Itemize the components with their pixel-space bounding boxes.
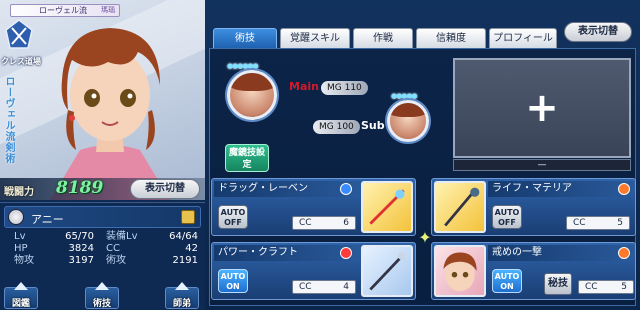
character-name-row: アニー (4, 206, 201, 228)
cc-cost: CC 6 (292, 216, 356, 230)
vertical-style-name: ローヴェル流剣術 (3, 76, 14, 164)
stat-value: 2191 (172, 255, 198, 266)
fire-element-icon (618, 183, 630, 195)
main-mystic-portrait[interactable] (227, 70, 277, 120)
class-label: クレス道場 (1, 57, 41, 66)
arte-name: ライフ・マテリア (488, 181, 634, 197)
arte-name: 戒めの一撃 (488, 245, 634, 261)
arte-card[interactable]: ライフ・マテリア AUTO OFF CC 5 (431, 178, 636, 236)
arte-thumbnail-icon (434, 245, 486, 297)
auto-toggle-button[interactable]: AUTO OFF (492, 205, 522, 229)
stats-table: Lv 65/70 装備Lv 64/64 HP 3824 CC 42 物攻 319… (4, 231, 201, 267)
main-mg: MG 110 (321, 81, 368, 95)
main-label: Main (289, 80, 319, 93)
arte-card[interactable]: 戒めの一撃 AUTO ON 秘技 CC 5 (431, 242, 636, 300)
cc-label: CC (585, 282, 598, 292)
add-slot-box[interactable]: + (453, 58, 631, 158)
class-emblem-icon (5, 19, 33, 49)
character-portrait-area: ローヴェル流 瑪瑙 クレス道場 ローヴェル流剣術 戦闘力 8189 表示切替 (0, 0, 205, 200)
nav-label: 師弟 (172, 299, 191, 309)
cc-cost: CC 5 (566, 216, 630, 230)
portrait-toggle-button[interactable]: 表示切替 (130, 179, 200, 199)
tab-strategy[interactable]: 作戦 (353, 28, 413, 48)
water-element-icon (340, 183, 352, 195)
screen: ローヴェル流 瑪瑙 クレス道場 ローヴェル流剣術 戦闘力 8189 表示切替 ア… (0, 0, 640, 310)
cc-value: 5 (621, 282, 627, 292)
sub-mg: MG 100 (313, 120, 360, 134)
stat-label: 物攻 (14, 255, 34, 266)
stat-label: 術攻 (106, 255, 126, 266)
secret-technique-button[interactable]: 秘技 (544, 273, 572, 295)
character-illustration (50, 28, 170, 200)
auto-toggle-button[interactable]: AUTO ON (218, 269, 248, 293)
nav-label: 図鑑 (11, 299, 30, 309)
cc-cost: CC 5 (578, 280, 634, 294)
mystic-arte-area: ●●●●●● Main MG 110 MG 100 Sub ●●●●● 魔鏡技設… (215, 56, 445, 176)
cc-value: 4 (343, 282, 349, 292)
plus-icon: + (525, 85, 559, 131)
power-value: 8189 (56, 178, 104, 198)
up-arrow-icon (175, 282, 189, 290)
stat-label: 装備Lv (106, 231, 138, 242)
nav-button-mentor[interactable]: 師弟 (165, 282, 199, 309)
sub-rank-dots: ●●●●● (391, 92, 418, 100)
up-arrow-icon (14, 282, 28, 290)
stat-value: 3197 (68, 255, 94, 266)
auto-toggle-button[interactable]: AUTO ON (492, 269, 522, 293)
header-toggle-button[interactable]: 表示切替 (564, 22, 632, 42)
stat-value: 65/70 (65, 231, 94, 242)
class-banner-text: ローヴェル流 (39, 6, 87, 15)
stat-label: HP (14, 243, 28, 254)
cc-value: 6 (343, 218, 349, 228)
nav-label: 術技 (92, 299, 111, 309)
stat-label: CC (106, 243, 120, 254)
power-label: 戦闘力 (4, 187, 34, 198)
main-rank-dots: ●●●●●● (227, 62, 259, 70)
stat-value: 42 (185, 243, 198, 254)
bottom-nav: 図鑑 術技 師弟 (0, 282, 205, 310)
nav-button-encyclopedia[interactable]: 図鑑 (4, 282, 38, 309)
stat-value: 64/64 (169, 231, 198, 242)
stat-row: HP 3824 CC 42 (4, 243, 201, 255)
sparkle-icon: ✦ (418, 228, 432, 247)
arte-thumbnail-icon (361, 245, 413, 297)
cc-label: CC (299, 282, 312, 292)
up-arrow-icon (95, 282, 109, 290)
portrait-hair (230, 73, 274, 92)
stat-label: Lv (14, 231, 26, 242)
memo-icon[interactable] (181, 210, 195, 224)
arte-thumbnail-icon (434, 181, 486, 233)
character-name: アニー (31, 213, 64, 226)
element-icon (8, 209, 24, 225)
nav-button-artes[interactable]: 術技 (85, 282, 119, 309)
portrait-hair (390, 103, 426, 117)
add-slot-bar: — (453, 159, 631, 171)
cc-cost: CC 4 (292, 280, 356, 294)
sub-mystic-portrait[interactable] (387, 100, 429, 142)
cc-label: CC (299, 218, 312, 228)
fire-element-icon (340, 247, 352, 259)
class-banner: ローヴェル流 瑪瑙 (10, 4, 120, 17)
stat-row: Lv 65/70 装備Lv 64/64 (4, 231, 201, 243)
arte-card[interactable]: ドラッグ・レーベン AUTO OFF CC 6 (211, 178, 416, 236)
mystic-arte-settings-button[interactable]: 魔鏡技設定 (225, 144, 269, 172)
status-panel: アニー Lv 65/70 装備Lv 64/64 HP 3824 CC 42 物攻… (0, 202, 205, 310)
class-badge: 瑪瑙 (101, 6, 115, 14)
fire-element-icon (618, 247, 630, 259)
arte-card[interactable]: パワー・クラフト AUTO ON CC 4 (211, 242, 416, 300)
tab-profile[interactable]: プロフィール (489, 28, 557, 48)
detail-area: 術技 覚醒スキル 作戦 信頼度 プロフィール 表示切替 ●●●●●● Main … (205, 0, 640, 310)
stat-value: 3824 (68, 243, 94, 254)
auto-toggle-button[interactable]: AUTO OFF (218, 205, 248, 229)
stat-row: 物攻 3197 術攻 2191 (4, 255, 201, 267)
tab-artes[interactable]: 術技 (213, 28, 277, 48)
cc-value: 5 (617, 218, 623, 228)
tab-awakening-skill[interactable]: 覚醒スキル (280, 28, 350, 48)
arte-thumbnail-icon (361, 181, 413, 233)
power-row: 戦闘力 8189 表示切替 (0, 178, 205, 200)
cc-label: CC (573, 218, 586, 228)
tab-trust[interactable]: 信頼度 (416, 28, 486, 48)
sub-label: Sub (361, 119, 385, 132)
